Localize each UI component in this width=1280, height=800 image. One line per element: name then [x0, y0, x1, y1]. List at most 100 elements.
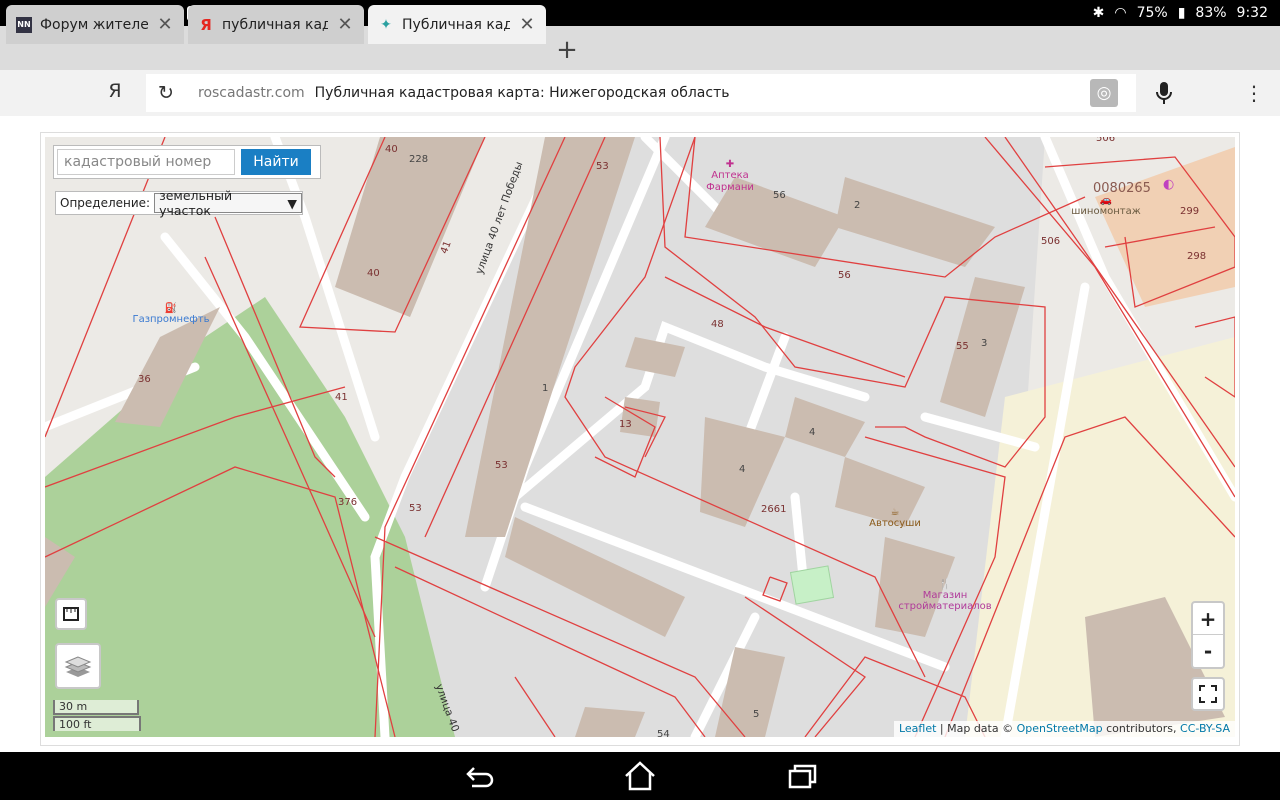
- fullscreen-button[interactable]: [1191, 677, 1225, 711]
- home-icon: [625, 761, 655, 791]
- recents-icon: [788, 764, 817, 789]
- cadastral-map[interactable]: 40 228 53 56 2 56 41 40 48 55 3 1 41 36 …: [45, 137, 1235, 737]
- microphone-icon[interactable]: [1152, 80, 1176, 106]
- close-icon[interactable]: ✕: [336, 14, 354, 35]
- fullscreen-icon: [1199, 685, 1217, 703]
- reload-icon[interactable]: ↻: [146, 82, 186, 104]
- parcel-label: 299: [1180, 206, 1200, 217]
- battery-level: 83%: [1195, 5, 1227, 21]
- yandex-button[interactable]: Я: [100, 80, 130, 106]
- building-label: 56: [773, 190, 786, 201]
- ruler-button[interactable]: [55, 598, 87, 630]
- recents-button[interactable]: [784, 760, 820, 792]
- tab-cadastre[interactable]: ✦ Публичная када ✕: [368, 5, 546, 44]
- building-label: 2: [854, 200, 861, 211]
- dropdown-arrow-icon: ▼: [287, 195, 297, 211]
- scale-imperial: 100 ft: [53, 716, 141, 731]
- parcel-label: 40: [367, 268, 380, 279]
- tab-title: Публичная када: [402, 16, 510, 33]
- parcel-label: 376: [338, 497, 358, 508]
- leaflet-link[interactable]: Leaflet: [899, 722, 936, 735]
- parcel-label: 53: [495, 460, 508, 471]
- building-label: 4: [739, 464, 746, 475]
- gas-station-poi[interactable]: ⛽ Газпромнефть: [131, 303, 211, 325]
- parcel-label: 56: [838, 270, 851, 281]
- back-icon: [466, 767, 494, 788]
- ruler-icon: [63, 607, 79, 621]
- scale-bar: 30 m 100 ft: [53, 700, 141, 731]
- pharmacy-icon: ✚: [725, 159, 735, 170]
- battery-icon: ▮: [1177, 5, 1186, 21]
- scale-metric: 30 m: [53, 700, 139, 715]
- cadastre-favicon: ✦: [380, 16, 392, 33]
- tab-title: Форум жителей: [40, 16, 148, 33]
- android-nav-bar: [0, 752, 1280, 800]
- building-label: 228: [409, 154, 429, 165]
- building-label: 1: [542, 383, 549, 394]
- parcel-label: 298: [1187, 251, 1207, 262]
- parcel-label: 41: [335, 392, 348, 403]
- tab-yandex[interactable]: Я публичная када ✕: [188, 5, 364, 44]
- pharmacy-label: Аптека Фармани: [706, 170, 754, 193]
- zoom-control: + -: [1191, 601, 1225, 669]
- parcel-label: 55: [956, 341, 969, 352]
- tab-forum[interactable]: NN Форум жителей ✕: [6, 5, 184, 44]
- definition-value: земельный участок: [159, 188, 233, 218]
- wifi-level: 75%: [1136, 5, 1168, 21]
- back-button[interactable]: [460, 760, 496, 792]
- parcel-label: 13: [619, 419, 632, 430]
- url-domain: roscadastr.com: [198, 85, 305, 101]
- layers-icon: [64, 656, 92, 677]
- bluetooth-icon: ✱: [1092, 5, 1105, 21]
- overflow-menu-icon[interactable]: ⋮: [1244, 80, 1264, 106]
- building-label: 4: [809, 427, 816, 438]
- close-icon[interactable]: ✕: [156, 14, 174, 35]
- definition-box: Определение: земельный участок ▼: [55, 188, 303, 218]
- map-canvas: [45, 137, 1235, 737]
- home-button[interactable]: [622, 760, 658, 792]
- address-bar[interactable]: ↻ roscadastr.com Публичная кадастровая к…: [146, 74, 1136, 112]
- coffee-cup-icon: ☕: [890, 507, 900, 518]
- definition-label: Определение:: [60, 196, 151, 210]
- parcel-label: 506: [1096, 137, 1116, 144]
- shop-poi[interactable]: 🍴 Магазин стройматериалов: [895, 579, 995, 612]
- close-icon[interactable]: ✕: [518, 14, 536, 35]
- cadastral-number-input[interactable]: [57, 149, 235, 175]
- browser-toolbar: Я ↻ roscadastr.com Публичная кадастровая…: [0, 70, 1280, 116]
- zoom-in-button[interactable]: +: [1193, 603, 1223, 635]
- building-label: 54: [657, 729, 670, 737]
- clock: 9:32: [1236, 5, 1268, 21]
- forum-favicon: NN: [16, 16, 32, 33]
- cafe-label: Автосуши: [869, 518, 921, 529]
- parcel-label: 53: [596, 161, 609, 172]
- parcel-label: 36: [138, 374, 151, 385]
- find-button[interactable]: Найти: [241, 149, 311, 175]
- tire-service-poi[interactable]: 🚗 шиномонтаж: [1071, 195, 1141, 217]
- building-label: 5: [753, 709, 760, 720]
- car-icon: 🚗: [1099, 195, 1113, 206]
- layers-button[interactable]: [55, 643, 101, 689]
- parcel-label: 2661: [761, 504, 787, 515]
- zoom-out-button[interactable]: -: [1193, 635, 1223, 667]
- tire-service-label: шиномонтаж: [1071, 206, 1141, 217]
- globe-icon[interactable]: ◎: [1090, 79, 1118, 107]
- system-status: ✱ ◠ 75% ▮ 83% 9:32: [1093, 5, 1280, 21]
- license-link[interactable]: CC-BY-SA: [1180, 722, 1230, 735]
- fork-knife-icon: 🍴: [938, 579, 952, 590]
- fuel-icon: ⛽: [164, 303, 178, 314]
- shop-label: Магазин стройматериалов: [898, 590, 992, 612]
- osm-link[interactable]: OpenStreetMap: [1017, 722, 1103, 735]
- parcel-label: 53: [409, 503, 422, 514]
- map-attribution: Leaflet | Map data © OpenStreetMap contr…: [893, 721, 1235, 737]
- parcel-label: 40: [385, 144, 398, 155]
- building-label: 3: [981, 338, 988, 349]
- pharmacy-poi[interactable]: ✚ Аптека Фармани: [695, 159, 765, 194]
- definition-select[interactable]: земельный участок ▼: [154, 188, 302, 218]
- cafe-poi[interactable]: ☕ Автосуши: [860, 507, 930, 529]
- marker-icon: ◐: [1163, 177, 1175, 192]
- gas-station-label: Газпромнефть: [132, 314, 210, 325]
- url-page-title: Публичная кадастровая карта: Нижегородск…: [314, 85, 730, 101]
- new-tab-button[interactable]: +: [548, 31, 586, 69]
- yandex-favicon: Я: [200, 15, 212, 34]
- parcel-label: 48: [711, 319, 724, 330]
